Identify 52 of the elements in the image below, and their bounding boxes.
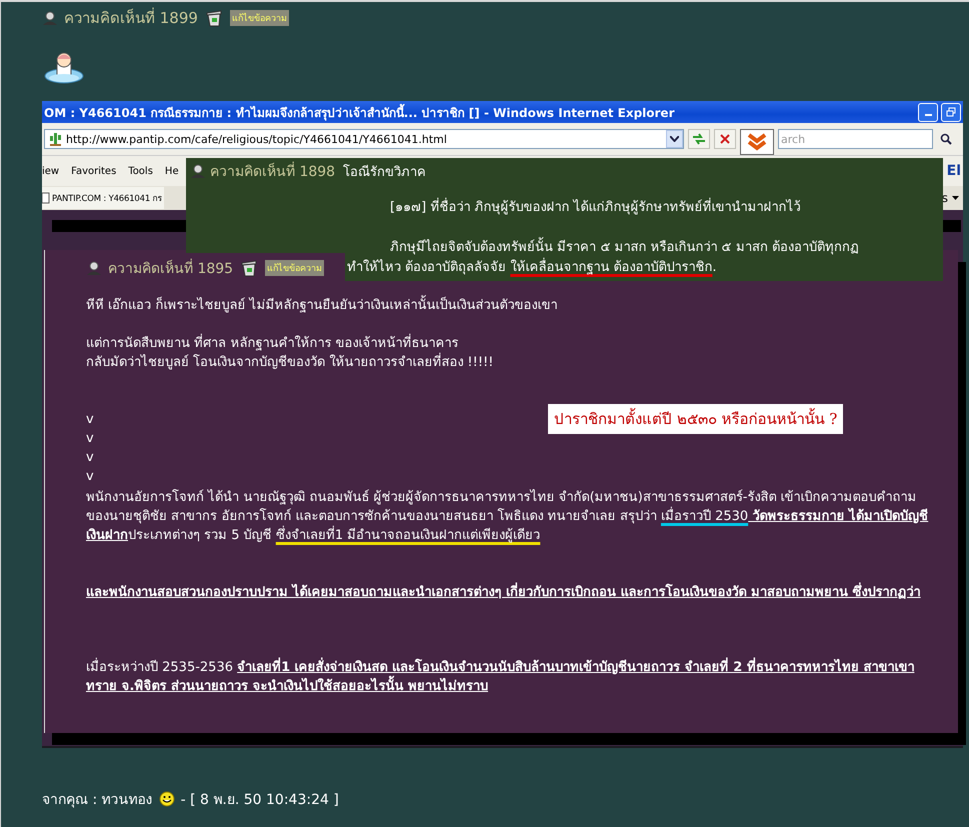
trash-bin-icon — [204, 9, 224, 27]
callout-label: ปาราชิกมาตั้งแต่ปี ๒๕๓๐ หรือก่อนหน้านั้น ? — [548, 404, 844, 434]
comment-number: ความคิดเห็นที่ 1898 — [210, 160, 336, 182]
toolbar-logo: El — [946, 163, 961, 179]
arrow-mark: v — [86, 430, 95, 448]
smiley-icon — [158, 791, 175, 807]
close-icon — [720, 134, 730, 144]
restore-icon — [946, 107, 956, 117]
minimize-icon — [924, 114, 932, 116]
author-name: จากคุณ : ทวนทอง — [42, 791, 153, 810]
address-field[interactable]: http://www.pantip.com/cafe/religious/topic/Y4661041/Y4661041.html — [44, 129, 684, 149]
user-icon — [86, 260, 102, 276]
cactus-icon — [48, 132, 62, 146]
window-title: OM : Y4661041 กรณีธรรมกาย : ทำไมผมจึงกล้าสรุปว่าเจ้าสำนักนี้... ปาราชิก [] - Windows Internet Explorer — [44, 102, 676, 122]
child-in-tub-drawing — [44, 50, 84, 84]
search-field[interactable]: arch — [778, 129, 933, 149]
minimize-button[interactable] — [918, 102, 938, 122]
user-icon — [42, 10, 58, 26]
author-name: โอณีรักขวิภาค — [343, 163, 426, 182]
trash-bin-icon — [239, 259, 260, 277]
address-text: http://www.pantip.com/cafe/religious/topic/Y4661041/Y4661041.html — [66, 132, 448, 146]
post-paragraph: หีหี เอ๊กแอว ก็เพราะไชยบูลย์ ไม่มีหลักฐานยืนยันว่าเงินเหล่านั้นเป็นเงินส่วนตัวของเขา — [86, 296, 934, 315]
post-paragraph: เมื่อระหว่างปี 2535-2536 จำเลยที่1 เคยสั่งจ่ายเงินสด และโอนเงินจำนวนนับสิบล้านบาทเข้าบัญชีนายถาวร จำเลยที่ 2 ที่ธนาคารทหารไทย สาขาเขาทราย จ.พิจิตร ส่วนนายถาวร จะนำเงินไปใช้สอยอะไรนั้น พยานไม่ทราบ — [86, 658, 934, 696]
chevron-down-icon — [670, 136, 679, 142]
search-icon — [940, 133, 952, 145]
dropdown-button[interactable] — [666, 130, 683, 148]
restore-button[interactable] — [941, 102, 961, 122]
quote-text: ทำให้ไหว ต้องอาบัติถุลลัจจัย ให้เคลื่อนจากฐาน ต้องอาบัติปาราชิก. — [347, 258, 717, 278]
quote-text: ภิกษุมีไถยจิตจับต้องทรัพย์นั้น มีราคา ๕ มาสก หรือเกินกว่า ๕ มาสก ต้องอาบัติทุกกฏ — [347, 238, 859, 258]
quote-text: [๑๑๗] ที่ชื่อว่า ภิกษุผู้รับของฝาก ได้แก่ภิกษุผู้รักษาทรัพย์ที่เขานำมาฝากไว้ — [347, 198, 801, 218]
page-icon — [42, 192, 50, 204]
menu-item[interactable]: Favorites — [71, 166, 116, 176]
menu-item[interactable]: Tools — [128, 166, 153, 176]
post-timestamp: - [ 8 พ.ย. 50 10:43:24 ] — [180, 791, 339, 810]
menu-item[interactable]: iew — [42, 166, 60, 176]
user-icon — [190, 163, 206, 179]
menu-item[interactable]: He — [164, 166, 179, 176]
comment-number: ความคิดเห็นที่ 1899 — [64, 6, 198, 29]
refresh-icon — [692, 133, 706, 145]
chevrons-icon — [740, 129, 774, 155]
comment-number: ความคิดเห็นที่ 1895 — [108, 257, 234, 279]
refresh-button[interactable] — [688, 129, 710, 149]
post-paragraph: แต่การนัดสืบพยาน ที่ศาล หลักฐานคำให้การ ของเจ้าหน้าที่ธนาคาร กลับมัดว่าไชยบูลย์ โอนเงินจากบัญชีของวัด ให้นายถาวรจำเลยที่สอง !!!!! — [86, 334, 934, 372]
post-paragraph: พนักงานอัยการโจทก์ ได้นำ นายณัฐวุฒิ ถนอมพันธ์ ผู้ช่วยผู้จัดการธนาคารทหารไทย จำกัด(มหาชน)สาขาธรรมศาสตร์-รังสิต เข้าเบิกความตอบคำถามของนายชุติชัย สาขากร อัยการโจทก์ และตอบการซักค้านของนายสนธยา โพธิแดง ทนายจำเลย สรุปว่า เมื่อราวปี 2530 วัดพระธรรมกาย ได้มาเปิดบัญชีเงินฝากประเภทต่างๆ รวม 5 บัญชี ซึ่งจำเลยที่1 มีอำนาจถอนเงินฝากแต่เพียงผู้เดียว — [86, 488, 930, 545]
arrow-mark: v — [86, 411, 95, 429]
stop-button[interactable] — [714, 129, 736, 149]
caret-down-icon — [952, 196, 959, 200]
arrow-mark: v — [86, 468, 95, 486]
post-paragraph: และพนักงานสอบสวนกองปราบปราม ได้เคยมาสอบถามและนำเอกสารต่างๆ เกี่ยวกับการเบิกถอน และการโอนเงินของวัด มาสอบถามพยาน ซึ่งปรากฏว่า — [86, 583, 934, 602]
tab-title: PANTIP.COM : Y4661041 กร — [52, 193, 162, 205]
browser-tab[interactable]: PANTIP.COM : Y4661041 กร — [42, 187, 164, 209]
arrow-mark: v — [86, 449, 95, 467]
